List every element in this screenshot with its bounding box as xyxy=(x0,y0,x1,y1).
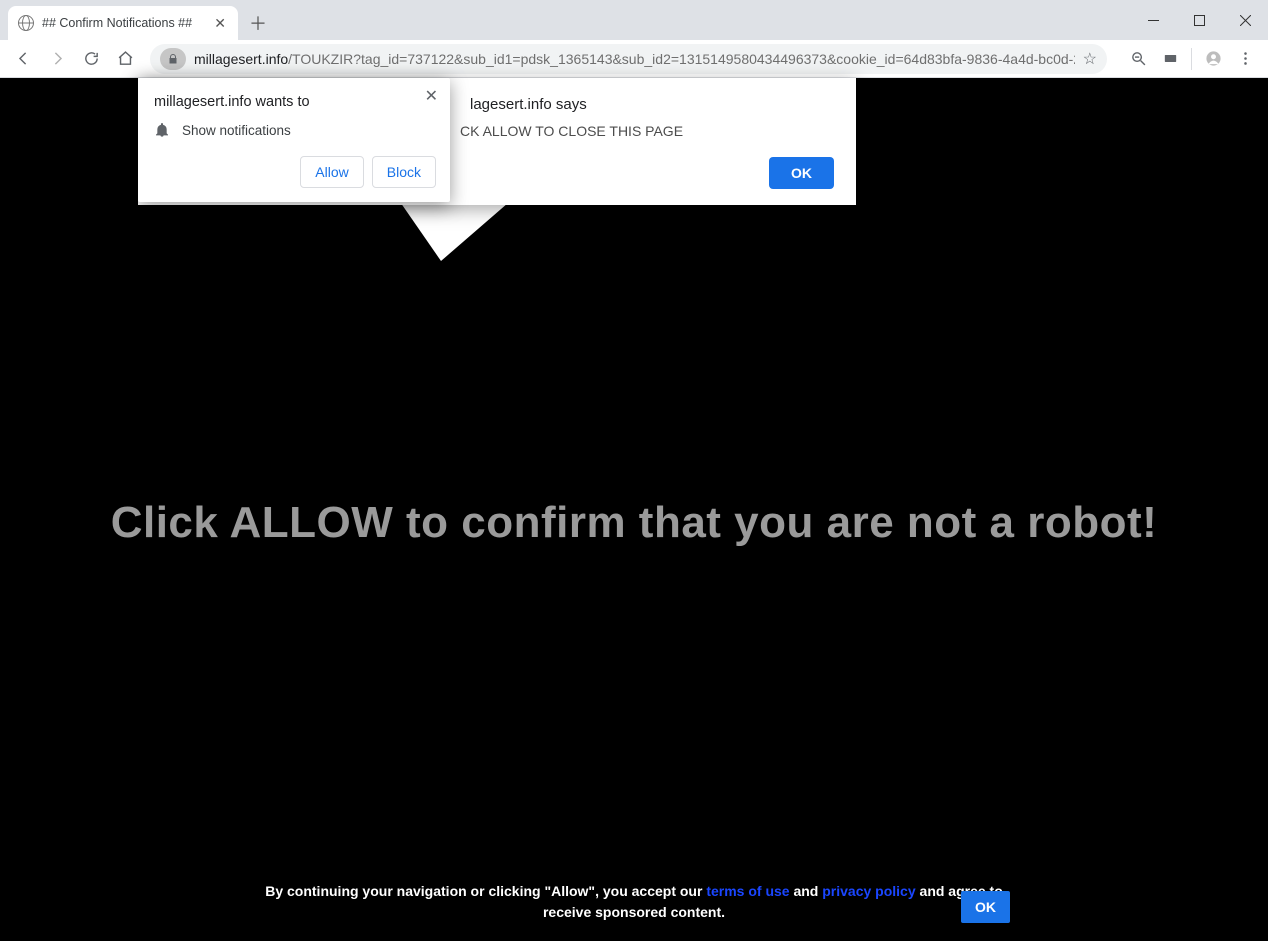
tab-title: ## Confirm Notifications ## xyxy=(42,16,204,30)
lock-icon xyxy=(167,53,179,65)
consent-footer: By continuing your navigation or clickin… xyxy=(0,881,1268,923)
address-bar[interactable]: millagesert.info/TOUKZIR?tag_id=737122&s… xyxy=(150,44,1107,74)
reload-button[interactable] xyxy=(76,44,106,74)
url-text: millagesert.info/TOUKZIR?tag_id=737122&s… xyxy=(194,51,1075,67)
site-info-chip[interactable] xyxy=(160,48,186,70)
back-button[interactable] xyxy=(8,44,38,74)
toolbar-divider xyxy=(1191,48,1192,70)
browser-tab[interactable]: ## Confirm Notifications ## ✕ xyxy=(8,6,238,40)
bell-icon xyxy=(154,122,170,138)
tab-close-button[interactable]: ✕ xyxy=(212,15,228,32)
forward-button[interactable] xyxy=(42,44,72,74)
footer-text-prefix: By continuing your navigation or clickin… xyxy=(265,883,706,899)
footer-text-and: and xyxy=(790,883,823,899)
notification-permission-prompt: ✕ millagesert.info wants to Show notific… xyxy=(138,78,450,202)
block-button[interactable]: Block xyxy=(372,156,436,188)
window-controls xyxy=(1130,0,1268,40)
browser-tab-strip: ## Confirm Notifications ## ✕ ＋ xyxy=(0,0,1268,40)
extension-icon[interactable] xyxy=(1155,44,1185,74)
window-maximize-button[interactable] xyxy=(1176,5,1222,35)
allow-button[interactable]: Allow xyxy=(300,156,363,188)
privacy-policy-link[interactable]: privacy policy xyxy=(822,883,915,899)
prompt-close-button[interactable]: ✕ xyxy=(421,84,442,108)
chrome-menu-button[interactable] xyxy=(1230,44,1260,74)
prompt-permission-row: Show notifications xyxy=(154,122,436,138)
prompt-permission-label: Show notifications xyxy=(182,123,291,138)
url-path: /TOUKZIR?tag_id=737122&sub_id1=pdsk_1365… xyxy=(288,51,1075,67)
profile-avatar-icon[interactable] xyxy=(1198,44,1228,74)
window-close-button[interactable] xyxy=(1222,5,1268,35)
prompt-title: millagesert.info wants to xyxy=(154,94,436,110)
new-tab-button[interactable]: ＋ xyxy=(244,9,272,37)
url-domain: millagesert.info xyxy=(194,51,288,67)
page-viewport: Click ALLOW to confirm that you are not … xyxy=(0,78,1268,941)
bookmark-star-icon[interactable]: ☆ xyxy=(1083,49,1097,69)
consent-ok-button[interactable]: OK xyxy=(961,891,1010,923)
hero-text: Click ALLOW to confirm that you are not … xyxy=(0,498,1268,548)
zoom-icon[interactable] xyxy=(1123,44,1153,74)
terms-of-use-link[interactable]: terms of use xyxy=(706,883,789,899)
alert-ok-button[interactable]: OK xyxy=(769,157,834,189)
browser-toolbar: millagesert.info/TOUKZIR?tag_id=737122&s… xyxy=(0,40,1268,78)
home-button[interactable] xyxy=(110,44,140,74)
globe-icon xyxy=(18,15,34,31)
window-minimize-button[interactable] xyxy=(1130,5,1176,35)
